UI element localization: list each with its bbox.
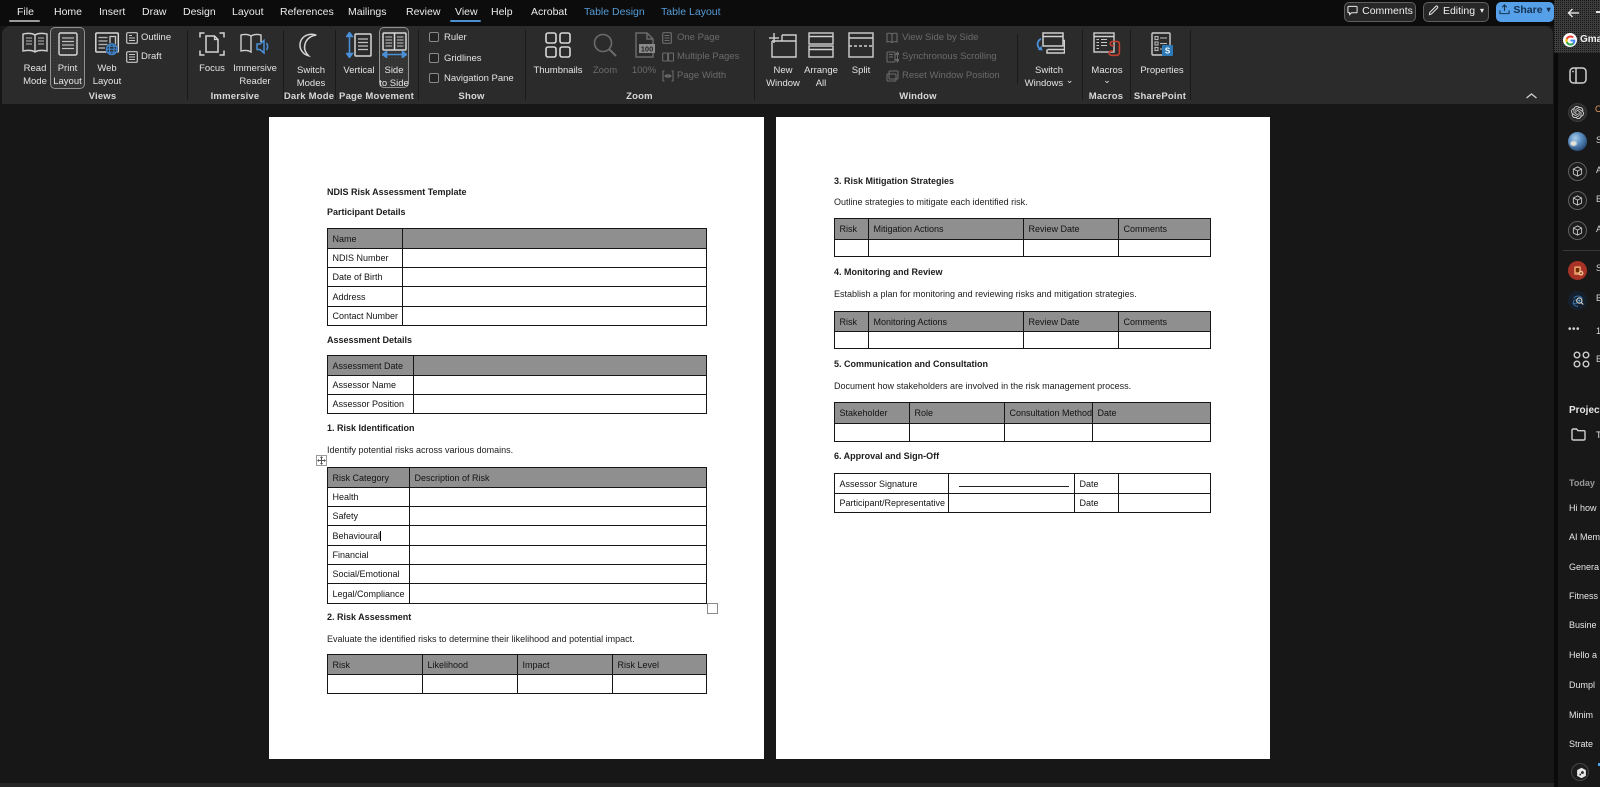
svg-text:S: S bbox=[1165, 47, 1171, 56]
svg-text:100: 100 bbox=[641, 45, 654, 54]
